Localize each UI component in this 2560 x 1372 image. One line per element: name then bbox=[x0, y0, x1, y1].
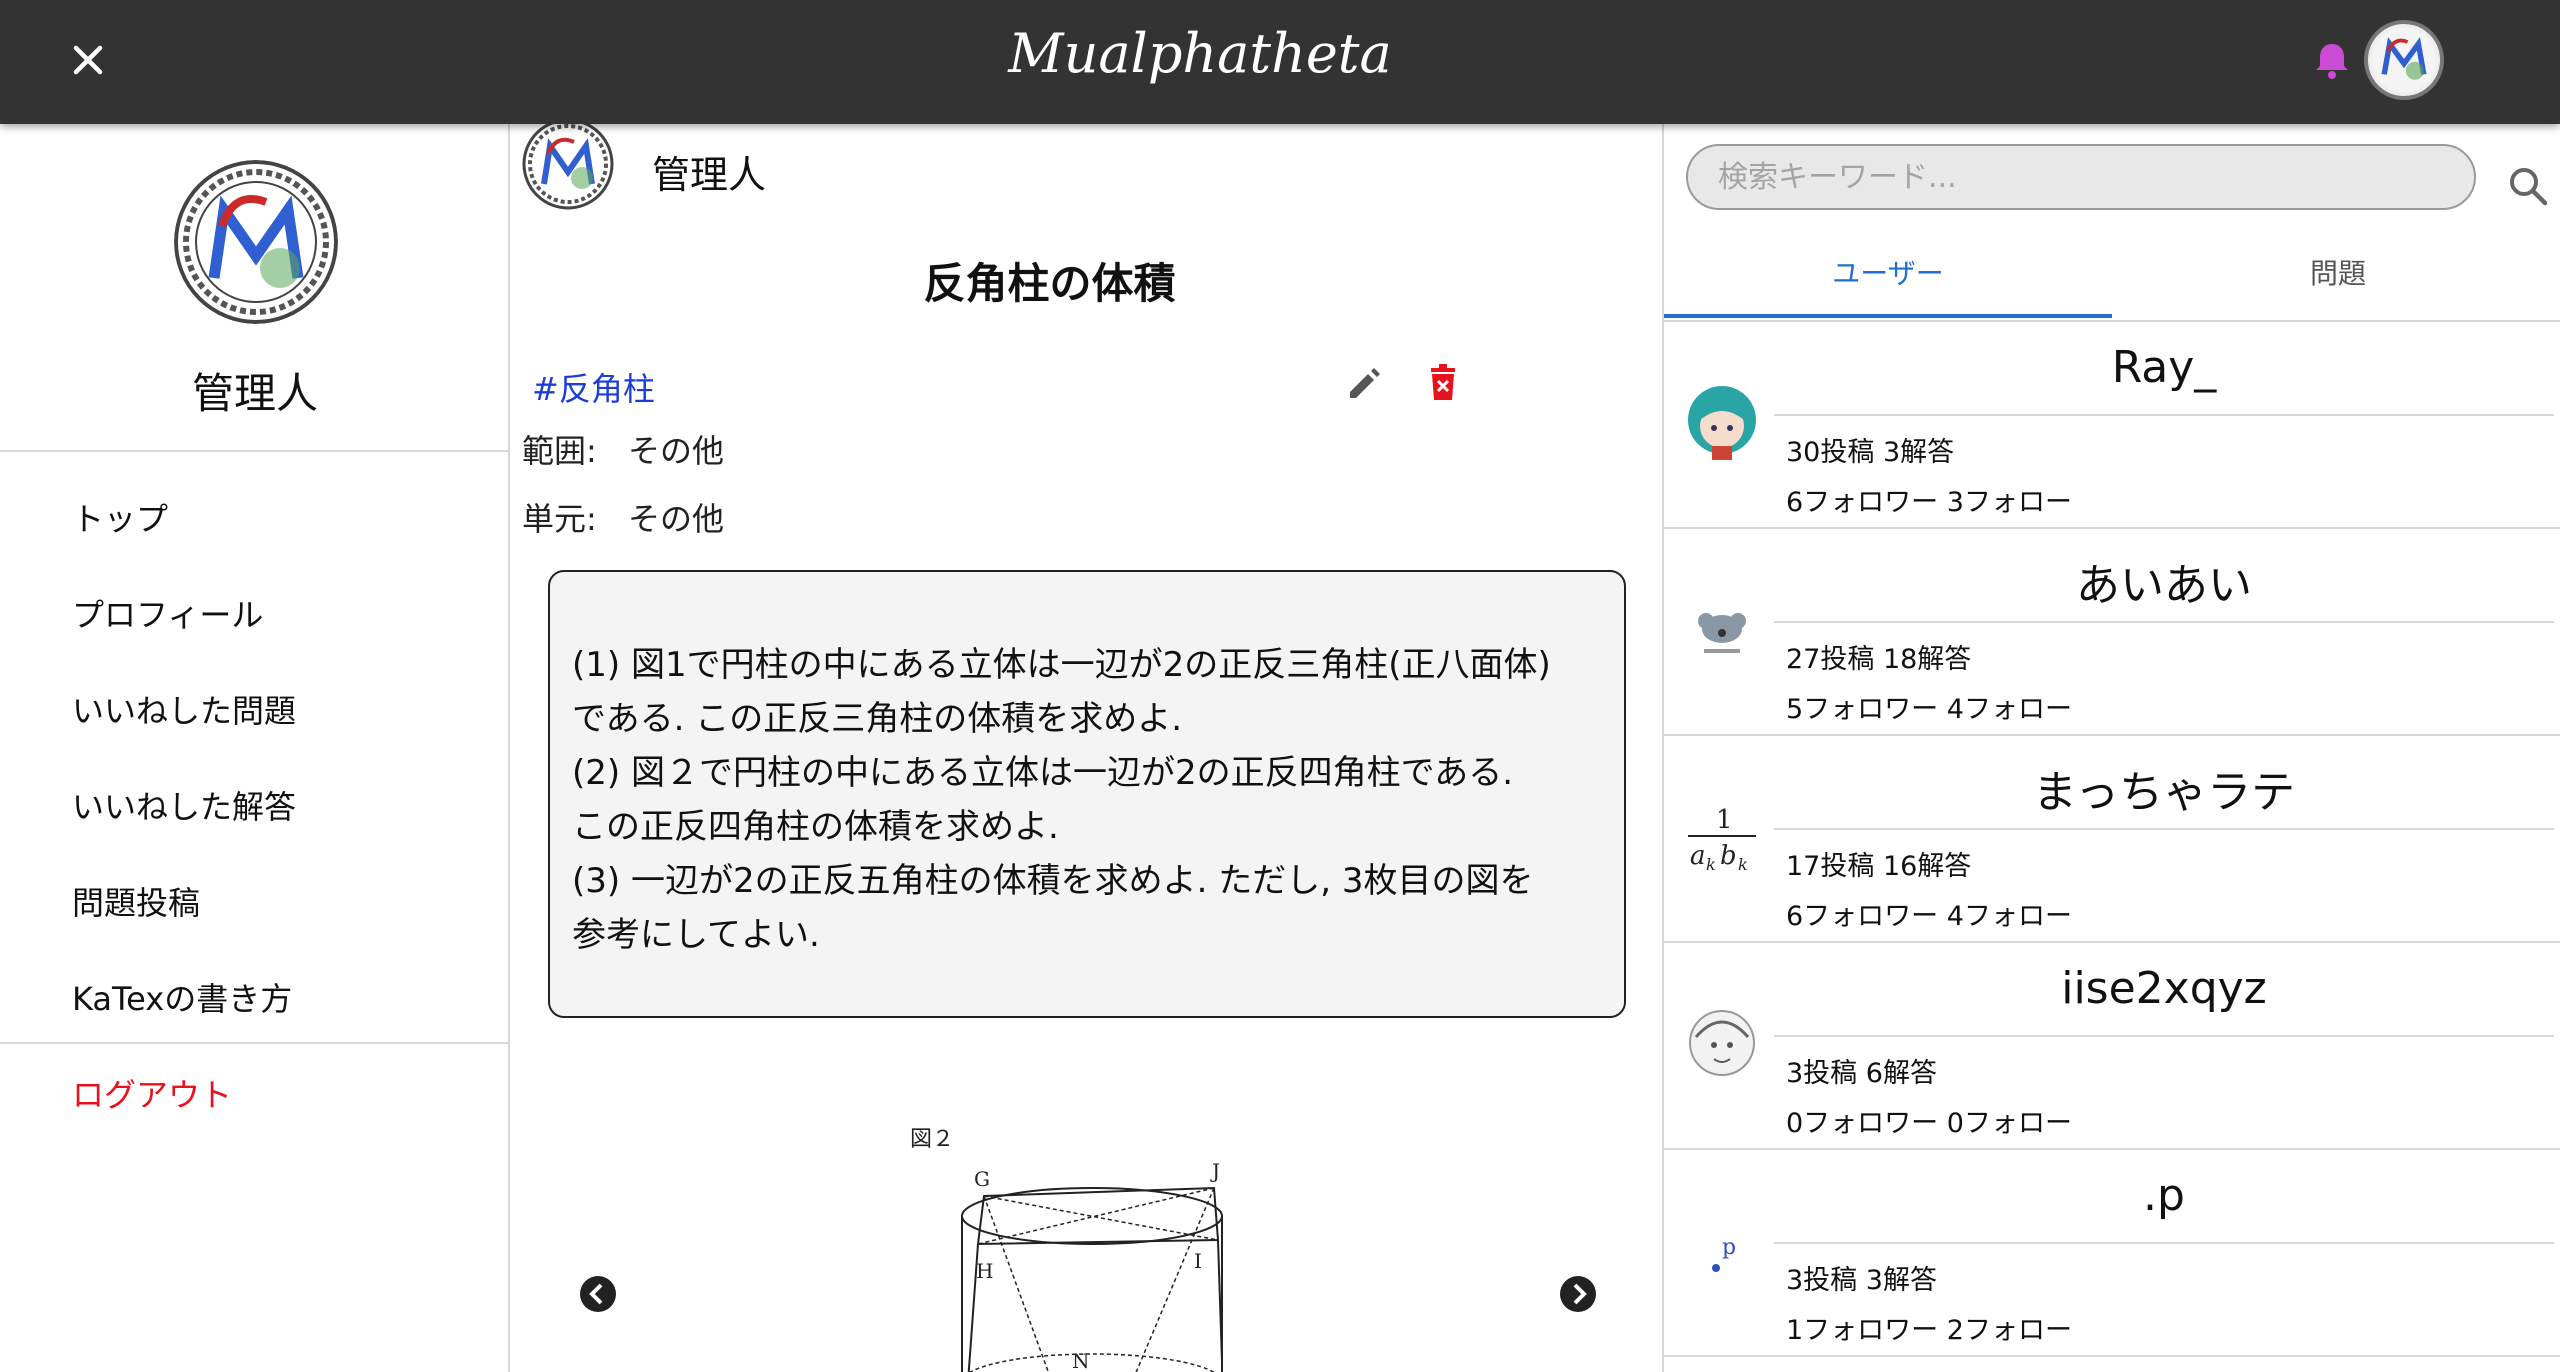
tab-users[interactable]: ユーザー bbox=[1664, 252, 2112, 292]
user-post-count: 3投稿 6解答 bbox=[1786, 1058, 1937, 1089]
user-list-item[interactable]: Ray_ 30投稿 3解答 6フォロワー 3フォロー bbox=[1664, 322, 2560, 529]
nav-post-problem[interactable]: 問題投稿 bbox=[72, 878, 200, 924]
user-list-item[interactable]: あいあい 27投稿 18解答 5フォロワー 4フォロー bbox=[1664, 529, 2560, 736]
user-follow-count: 6フォロワー 3フォロー bbox=[1786, 487, 2072, 518]
user-name: .p bbox=[2143, 1170, 2185, 1221]
user-post-count: 27投稿 18解答 bbox=[1786, 644, 1972, 675]
user-post-count: 30投稿 3解答 bbox=[1786, 437, 1955, 468]
user-list-item[interactable]: 1 a k b k まっちゃラテ 17投稿 16解答 6フォロワー 4フォロー bbox=[1664, 736, 2560, 943]
divider bbox=[1774, 1035, 2554, 1037]
user-list-item[interactable]: p .p 3投稿 3解答 1フォロワー 2フォロー bbox=[1664, 1150, 2560, 1357]
range-label: 範囲: bbox=[522, 432, 597, 470]
tab-problems[interactable]: 問題 bbox=[2114, 252, 2560, 292]
active-tab-indicator bbox=[1664, 314, 2112, 318]
user-name: iise2xqyz bbox=[2061, 963, 2267, 1014]
sketch-avatar-icon bbox=[1686, 1001, 1758, 1087]
nav-katex-guide[interactable]: KaTexの書き方 bbox=[72, 974, 292, 1020]
unit-row: 単元: その他 bbox=[522, 494, 724, 540]
user-list-item[interactable]: iise2xqyz 3投稿 6解答 0フォロワー 0フォロー bbox=[1664, 943, 2560, 1150]
koala-avatar-icon bbox=[1686, 587, 1758, 673]
nav-top[interactable]: トップ bbox=[72, 494, 168, 540]
figure-point-label: N bbox=[1072, 1349, 1090, 1372]
profile-name: 管理人 bbox=[191, 369, 318, 418]
divider bbox=[0, 1042, 510, 1044]
user-follow-count: 6フォロワー 4フォロー bbox=[1786, 901, 2072, 932]
problem-line: (3) 一辺が2の正反五角柱の体積を求めよ. ただし, 3枚目の図を bbox=[572, 861, 1534, 901]
problem-line: である. この正反三角柱の体積を求めよ. bbox=[572, 699, 1183, 739]
anime-girl-avatar-icon bbox=[1686, 380, 1758, 466]
user-follow-count: 0フォロワー 0フォロー bbox=[1786, 1108, 2072, 1139]
figure-point-label: I bbox=[1194, 1249, 1202, 1273]
logout-button[interactable]: ログアウト bbox=[72, 1070, 232, 1116]
problem-statement: (1) 図1で円柱の中にある立体は一辺が2の正反三角柱(正八面体) である. こ… bbox=[548, 570, 1626, 1018]
nav-liked-problems[interactable]: いいねした問題 bbox=[72, 686, 296, 732]
user-name: Ray_ bbox=[2111, 342, 2217, 393]
user-name: まっちゃラテ bbox=[2032, 767, 2296, 818]
search-icon[interactable] bbox=[2506, 164, 2550, 208]
author-avatar[interactable] bbox=[522, 118, 614, 210]
figure-caption: 図２ bbox=[910, 1127, 954, 1152]
figure-point-label: H bbox=[976, 1259, 993, 1283]
divider bbox=[1774, 1242, 2554, 1244]
problem-title: 反角柱の体積 bbox=[923, 259, 1176, 308]
user-post-count: 3投稿 3解答 bbox=[1786, 1265, 1937, 1296]
delete-trash-icon[interactable] bbox=[1420, 360, 1466, 406]
figure-point-label: G bbox=[974, 1167, 990, 1191]
nav-liked-answers[interactable]: いいねした解答 bbox=[72, 782, 296, 828]
account-avatar[interactable] bbox=[2364, 20, 2444, 100]
carousel-prev-icon[interactable] bbox=[578, 1274, 618, 1314]
fraction-subscript-k: k bbox=[1738, 855, 1748, 874]
user-post-count: 17投稿 16解答 bbox=[1786, 851, 1972, 882]
carousel-next-icon[interactable] bbox=[1558, 1274, 1598, 1314]
app-title: Mualphatheta bbox=[1008, 22, 1392, 85]
app-header: Mualphatheta bbox=[0, 0, 2560, 124]
user-follow-count: 1フォロワー 2フォロー bbox=[1786, 1315, 2072, 1346]
figure-point-label: J bbox=[1210, 1159, 1220, 1183]
right-panel: ユーザー 問題 Ray_ 30投稿 3解答 6フォロワー 3フォロー bbox=[1662, 124, 2560, 1372]
range-row: 範囲: その他 bbox=[522, 426, 724, 472]
left-sidebar: 管理人 トップ プロフィール いいねした問題 いいねした解答 問題投稿 KaTe… bbox=[0, 124, 510, 1372]
divider bbox=[1774, 621, 2554, 623]
profile-avatar[interactable] bbox=[174, 160, 338, 324]
search-input[interactable] bbox=[1686, 144, 2476, 210]
divider bbox=[0, 450, 510, 452]
divider bbox=[1774, 414, 2554, 416]
edit-pencil-icon[interactable] bbox=[1342, 360, 1388, 406]
fraction-denominator-b: b bbox=[1720, 841, 1737, 871]
unit-value: その他 bbox=[628, 500, 725, 538]
range-value: その他 bbox=[628, 432, 725, 470]
fraction-subscript-k: k bbox=[1706, 855, 1716, 874]
problem-figure-image: 図２ G J H I N bbox=[892, 1112, 1292, 1372]
fraction-denominator-a: a bbox=[1690, 841, 1706, 871]
divider bbox=[1774, 828, 2554, 830]
author-name[interactable]: 管理人 bbox=[652, 144, 766, 199]
problem-line: 参考にしてよい. bbox=[572, 915, 820, 955]
user-follow-count: 5フォロワー 4フォロー bbox=[1786, 694, 2072, 725]
user-name: あいあい bbox=[2076, 560, 2252, 611]
dot-p-avatar-icon: p bbox=[1686, 1208, 1758, 1294]
nav-profile[interactable]: プロフィール bbox=[72, 590, 263, 636]
fraction-numerator: 1 bbox=[1716, 805, 1733, 835]
problem-detail: 管理人 反角柱の体積 #反角柱 範囲: その他 単元: その他 (1) 図1で円柱の… bbox=[512, 118, 1662, 1372]
notification-bell-icon[interactable] bbox=[2310, 38, 2354, 82]
problem-line: (2) 図２で円柱の中にある立体は一辺が2の正反四角柱である. bbox=[572, 753, 1514, 793]
problem-line: この正反四角柱の体積を求めよ. bbox=[572, 807, 1059, 847]
tag-link[interactable]: #反角柱 bbox=[532, 364, 655, 410]
avatar-p-text: p bbox=[1722, 1235, 1736, 1260]
problem-line: (1) 図1で円柱の中にある立体は一辺が2の正反三角柱(正八面体) bbox=[572, 645, 1551, 685]
unit-label: 単元: bbox=[522, 500, 597, 538]
fraction-avatar-icon: 1 a k b k bbox=[1686, 794, 1758, 880]
